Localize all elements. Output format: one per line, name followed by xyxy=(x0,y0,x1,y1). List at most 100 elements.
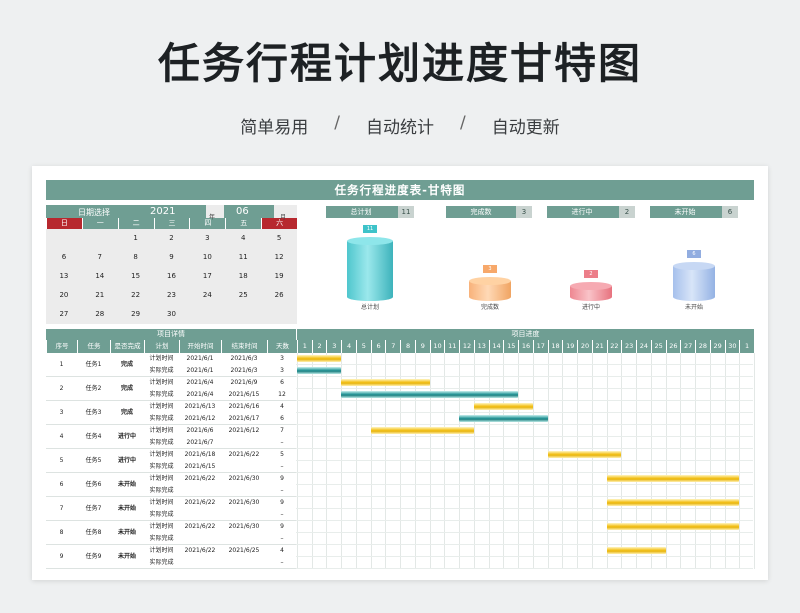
actual-bar xyxy=(341,391,519,398)
task-status: 进行中 xyxy=(117,433,136,440)
task-name: 任务9 xyxy=(85,553,102,560)
grid-line xyxy=(297,353,298,569)
calendar-day[interactable]: 22 xyxy=(118,286,154,305)
grid-line xyxy=(296,364,753,365)
year-suffix: 年 xyxy=(209,214,216,221)
actual-label: 实际完成 xyxy=(149,463,174,470)
stat-header: 未开始 6 xyxy=(650,206,738,218)
column-header: 天数 xyxy=(267,340,297,353)
day-header: 24 xyxy=(636,340,651,353)
stat-title: 总计划 xyxy=(350,208,372,216)
calendar-day[interactable]: 15 xyxy=(118,267,154,286)
grid-line xyxy=(296,412,753,413)
actual-bar xyxy=(297,367,342,374)
calendar-day[interactable]: 11 xyxy=(225,248,261,267)
calendar-day[interactable]: 24 xyxy=(189,286,225,305)
calendar-weekdays: 日一二三四五六 xyxy=(46,218,298,229)
calendar-day[interactable]: 21 xyxy=(82,286,118,305)
grid-line xyxy=(296,568,753,569)
page-headline: 任务行程计划进度甘特图 xyxy=(157,39,642,88)
duration: – xyxy=(280,463,284,470)
actual-label: 实际完成 xyxy=(149,391,174,398)
end-date: 2021/6/16 xyxy=(228,403,260,410)
plan-bar xyxy=(606,523,740,530)
task-status: 完成 xyxy=(120,361,133,368)
calendar-year[interactable]: 2021 xyxy=(150,206,175,217)
plan-bar xyxy=(606,499,740,506)
calendar-day[interactable]: 25 xyxy=(225,286,261,305)
grid-line xyxy=(326,353,328,569)
start-date: 2021/6/15 xyxy=(184,463,216,470)
duration: 9 xyxy=(280,475,284,482)
grid-line xyxy=(650,353,652,569)
calendar-day[interactable]: 27 xyxy=(46,305,82,324)
calendar-day[interactable]: 4 xyxy=(225,229,261,248)
column-headers: 序号 任务 是否完成 计划 开始时间 结束时间 天数 1 2 3 4 5 6 7 8 9 10 11 12 13 14 1… xyxy=(46,340,754,353)
calendar-day[interactable]: 19 xyxy=(261,267,297,286)
grid-line xyxy=(606,353,608,569)
calendar-day[interactable]: 14 xyxy=(82,267,118,286)
calendar-day[interactable]: 18 xyxy=(225,267,261,286)
task-no: 2 xyxy=(59,385,64,392)
plan-bar xyxy=(547,451,622,458)
stat-value: 6 xyxy=(722,206,738,218)
grid-line xyxy=(473,353,475,569)
calendar-day[interactable]: 5 xyxy=(261,229,297,248)
grid-line xyxy=(591,353,593,569)
calendar-day[interactable]: 6 xyxy=(46,248,82,267)
day-header: 23 xyxy=(621,340,636,353)
start-date xyxy=(179,509,221,521)
task-name: 任务1 xyxy=(85,361,102,368)
actual-label: 实际完成 xyxy=(149,367,174,374)
calendar-day xyxy=(261,305,297,324)
calendar-day[interactable]: 12 xyxy=(261,248,297,267)
task-name: 任务7 xyxy=(85,505,102,512)
calendar-day[interactable]: 10 xyxy=(189,248,225,267)
day-header: 19 xyxy=(562,340,577,353)
calendar-day xyxy=(82,229,118,248)
calendar-label: 日期选择 xyxy=(78,208,110,217)
section-progress: 项目进度 xyxy=(297,329,754,340)
task-name: 任务5 xyxy=(85,457,102,464)
calendar-day[interactable]: 8 xyxy=(118,248,154,267)
calendar-day[interactable]: 3 xyxy=(189,229,225,248)
duration: – xyxy=(280,511,284,518)
spreadsheet-preview: 任务行程进度表-甘特图 日期选择 2021 年 06 月 日一二三四五六 123… xyxy=(32,166,768,580)
task-name: 任务6 xyxy=(85,481,102,488)
stat-tag: 2 xyxy=(584,270,598,278)
feature-auto-update: 自动更新 xyxy=(491,118,560,138)
grid-line xyxy=(621,353,623,569)
task-no: 4 xyxy=(59,433,64,440)
calendar-day[interactable]: 17 xyxy=(189,267,225,286)
task-no: 6 xyxy=(59,481,64,488)
calendar-day[interactable]: 23 xyxy=(154,286,190,305)
end-date: 2021/6/17 xyxy=(228,415,260,422)
calendar-day[interactable]: 2 xyxy=(154,229,190,248)
duration: – xyxy=(280,535,284,542)
calendar-month[interactable]: 06 xyxy=(236,206,249,217)
calendar-day[interactable]: 26 xyxy=(261,286,297,305)
calendar-day[interactable]: 7 xyxy=(82,248,118,267)
day-header: 5 xyxy=(355,340,371,353)
plan-label: 计划时间 xyxy=(149,403,174,410)
grid-line xyxy=(665,353,667,569)
day-header: 21 xyxy=(591,340,607,353)
calendar-day[interactable]: 28 xyxy=(82,305,118,324)
task-no: 8 xyxy=(59,529,64,536)
calendar-day[interactable]: 9 xyxy=(154,248,190,267)
start-date: 2021/6/4 xyxy=(186,379,214,386)
grid-line xyxy=(444,353,446,569)
day-header: 7 xyxy=(385,340,400,353)
calendar-day[interactable]: 30 xyxy=(154,305,190,324)
calendar-day[interactable]: 16 xyxy=(154,267,190,286)
calendar-day[interactable]: 1 xyxy=(118,229,154,248)
duration: 4 xyxy=(280,547,284,554)
actual-bar xyxy=(459,415,548,422)
cylinder-top xyxy=(673,262,715,270)
calendar-day[interactable]: 13 xyxy=(46,267,82,286)
calendar-day[interactable]: 20 xyxy=(46,286,82,305)
stat-title: 进行中 xyxy=(571,208,593,216)
end-date xyxy=(221,461,267,473)
calendar-day[interactable]: 29 xyxy=(118,305,154,324)
weekday-header: 日 xyxy=(46,218,82,229)
